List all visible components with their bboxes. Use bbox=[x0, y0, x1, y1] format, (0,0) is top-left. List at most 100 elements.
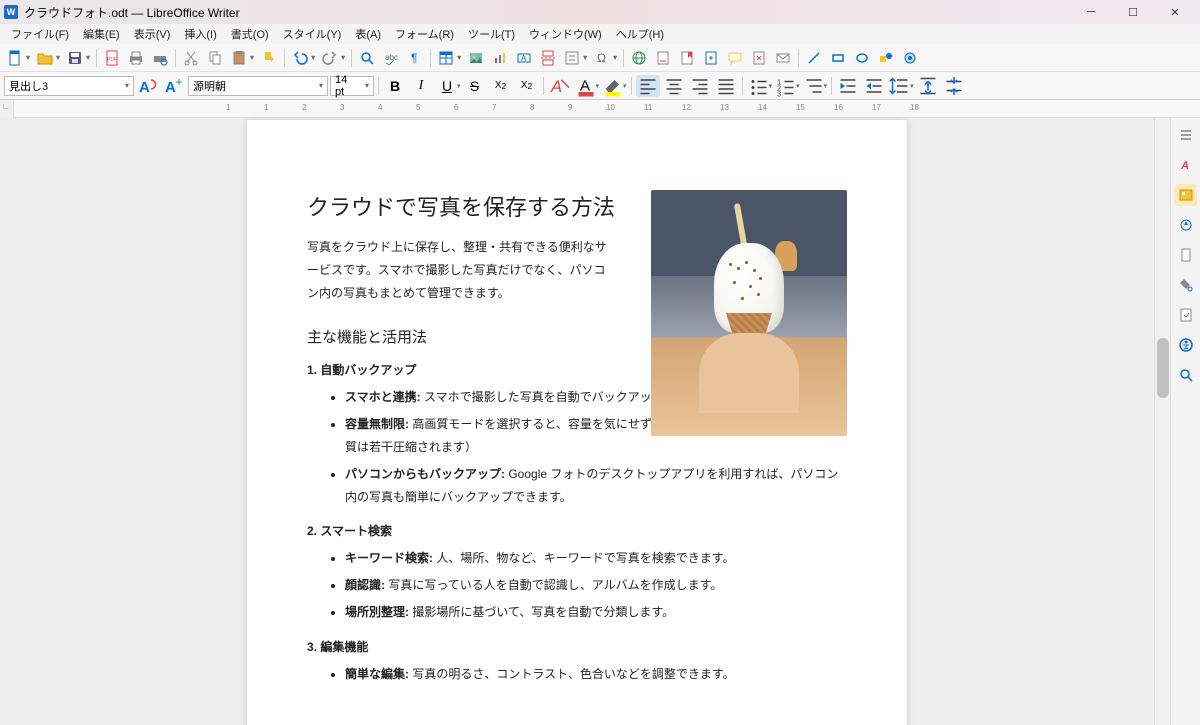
bookmark-button[interactable] bbox=[676, 47, 698, 69]
special-char-dropdown[interactable]: ▾ bbox=[613, 53, 617, 62]
menu-item[interactable]: フォーム(R) bbox=[388, 24, 461, 44]
align-left-button[interactable] bbox=[636, 75, 660, 97]
rect-button[interactable] bbox=[827, 47, 849, 69]
comment-button[interactable] bbox=[724, 47, 746, 69]
copy-button[interactable] bbox=[204, 47, 226, 69]
footnote-button[interactable] bbox=[652, 47, 674, 69]
minimize-button[interactable]: ─ bbox=[1070, 1, 1112, 23]
bold-button[interactable]: B bbox=[383, 75, 407, 97]
outline-dropdown[interactable]: ▾ bbox=[824, 82, 828, 90]
outline-button[interactable] bbox=[802, 75, 826, 97]
maximize-button[interactable]: ☐ bbox=[1112, 1, 1154, 23]
menu-item[interactable]: 挿入(I) bbox=[177, 24, 223, 44]
number-dropdown[interactable]: ▾ bbox=[796, 82, 800, 90]
underline-button[interactable]: U bbox=[435, 75, 459, 97]
document-scroll[interactable]: クラウドで写真を保存する方法 写真をクラウド上に保存し、整理・共有できる便利なサ… bbox=[0, 118, 1154, 725]
paste-button[interactable] bbox=[228, 47, 250, 69]
update-style-button[interactable]: A bbox=[136, 75, 160, 97]
undo-button[interactable] bbox=[289, 47, 311, 69]
underline-dropdown[interactable]: ▾ bbox=[457, 82, 461, 90]
redo-button[interactable] bbox=[319, 47, 341, 69]
menu-item[interactable]: 表示(V) bbox=[127, 24, 178, 44]
para-spacing-dec-button[interactable] bbox=[942, 75, 966, 97]
hyperlink-button[interactable] bbox=[628, 47, 650, 69]
strike-button[interactable]: S bbox=[463, 75, 487, 97]
align-center-button[interactable] bbox=[662, 75, 686, 97]
image-button[interactable] bbox=[465, 47, 487, 69]
save-dropdown[interactable]: ▾ bbox=[86, 53, 90, 62]
undo-dropdown[interactable]: ▾ bbox=[311, 53, 315, 62]
line-spacing-button[interactable] bbox=[888, 75, 912, 97]
find-button[interactable] bbox=[356, 47, 378, 69]
menu-item[interactable]: ファイル(F) bbox=[4, 24, 76, 44]
align-justify-button[interactable] bbox=[714, 75, 738, 97]
chart-button[interactable] bbox=[489, 47, 511, 69]
highlight-button[interactable] bbox=[601, 75, 625, 97]
highlight-dropdown[interactable]: ▾ bbox=[623, 82, 627, 90]
ellipse-button[interactable] bbox=[851, 47, 873, 69]
vertical-scrollbar[interactable] bbox=[1154, 118, 1170, 725]
page-panel-button[interactable] bbox=[1175, 244, 1197, 266]
accessibility-button[interactable] bbox=[1175, 334, 1197, 356]
open-dropdown[interactable]: ▾ bbox=[56, 53, 60, 62]
table-button[interactable] bbox=[435, 47, 457, 69]
find-panel-button[interactable] bbox=[1175, 364, 1197, 386]
horizontal-ruler[interactable]: 1123456789101112131415161718 bbox=[14, 100, 1200, 118]
new-style-button[interactable]: A+ bbox=[162, 75, 186, 97]
menu-item[interactable]: 表(A) bbox=[348, 24, 388, 44]
paragraph-style-combo[interactable]: 見出し3 bbox=[4, 76, 134, 96]
manage-changes-button[interactable] bbox=[1175, 304, 1197, 326]
field-dropdown[interactable]: ▾ bbox=[583, 53, 587, 62]
print-button[interactable] bbox=[125, 47, 147, 69]
navigator-panel-button[interactable] bbox=[1175, 214, 1197, 236]
new-button[interactable] bbox=[4, 47, 26, 69]
menu-item[interactable]: ウィンドウ(W) bbox=[522, 24, 609, 44]
cut-button[interactable] bbox=[180, 47, 202, 69]
menu-item[interactable]: 編集(E) bbox=[76, 24, 127, 44]
redo-dropdown[interactable]: ▾ bbox=[341, 53, 345, 62]
bullet-dropdown[interactable]: ▾ bbox=[769, 82, 773, 90]
scrollbar-thumb[interactable] bbox=[1157, 338, 1169, 398]
open-button[interactable] bbox=[34, 47, 56, 69]
indent-decrease-button[interactable] bbox=[862, 75, 886, 97]
superscript-button[interactable]: X2 bbox=[489, 75, 513, 97]
font-name-combo[interactable]: 源明朝 bbox=[188, 76, 328, 96]
styles-panel-button[interactable]: A bbox=[1175, 154, 1197, 176]
gallery-panel-button[interactable] bbox=[1175, 184, 1197, 206]
formatting-marks-button[interactable]: ¶ bbox=[404, 47, 426, 69]
envelope-button[interactable] bbox=[772, 47, 794, 69]
font-color-button[interactable]: A bbox=[574, 75, 598, 97]
paste-dropdown[interactable]: ▾ bbox=[250, 53, 254, 62]
track-changes-button[interactable] bbox=[748, 47, 770, 69]
line-spacing-dropdown[interactable]: ▾ bbox=[910, 82, 914, 90]
field-button[interactable] bbox=[561, 47, 583, 69]
new-dropdown[interactable]: ▾ bbox=[26, 53, 30, 62]
number-list-button[interactable]: 123 bbox=[774, 75, 798, 97]
export-pdf-button[interactable]: PDF bbox=[101, 47, 123, 69]
page-break-button[interactable] bbox=[537, 47, 559, 69]
cross-ref-button[interactable] bbox=[700, 47, 722, 69]
close-button[interactable]: ✕ bbox=[1154, 1, 1196, 23]
italic-button[interactable]: I bbox=[409, 75, 433, 97]
font-size-combo[interactable]: 14 pt bbox=[330, 76, 374, 96]
shapes-button[interactable] bbox=[875, 47, 897, 69]
align-right-button[interactable] bbox=[688, 75, 712, 97]
menu-item[interactable]: スタイル(Y) bbox=[276, 24, 349, 44]
properties-panel-button[interactable] bbox=[1175, 124, 1197, 146]
spellcheck-button[interactable]: abc bbox=[380, 47, 402, 69]
textbox-button[interactable]: A bbox=[513, 47, 535, 69]
style-inspector-button[interactable] bbox=[1175, 274, 1197, 296]
font-color-dropdown[interactable]: ▾ bbox=[596, 82, 600, 90]
menu-item[interactable]: 書式(O) bbox=[224, 24, 276, 44]
special-char-button[interactable]: Ω bbox=[591, 47, 613, 69]
clear-format-button[interactable]: A bbox=[548, 75, 572, 97]
clone-format-button[interactable] bbox=[258, 47, 280, 69]
bullet-list-button[interactable] bbox=[747, 75, 771, 97]
print-preview-button[interactable] bbox=[149, 47, 171, 69]
subscript-button[interactable]: X2 bbox=[515, 75, 539, 97]
menu-item[interactable]: ヘルプ(H) bbox=[609, 24, 671, 44]
table-dropdown[interactable]: ▾ bbox=[457, 53, 461, 62]
menu-item[interactable]: ツール(T) bbox=[461, 24, 522, 44]
indent-increase-button[interactable] bbox=[836, 75, 860, 97]
document-page[interactable]: クラウドで写真を保存する方法 写真をクラウド上に保存し、整理・共有できる便利なサ… bbox=[247, 120, 907, 725]
